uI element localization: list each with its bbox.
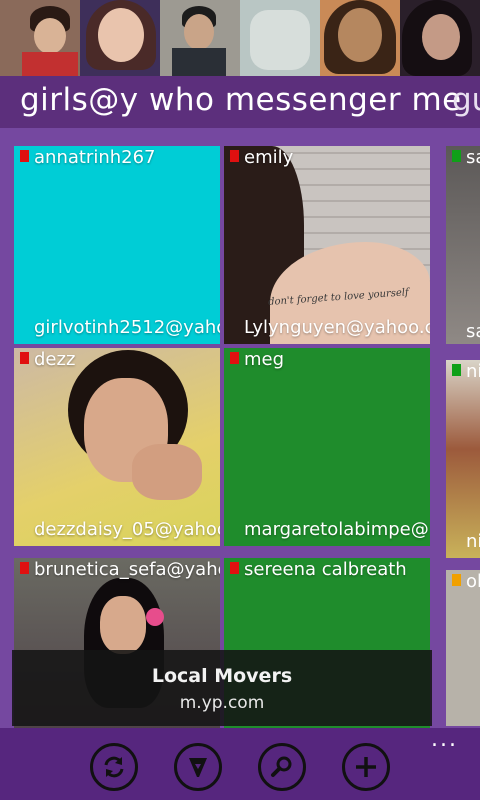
search-icon xyxy=(271,756,292,777)
profile-photo[interactable] xyxy=(160,0,240,76)
status-indicator xyxy=(452,574,461,586)
status-indicator xyxy=(20,352,29,364)
status-indicator xyxy=(452,364,461,376)
contact-tile[interactable]: ol xyxy=(446,570,480,726)
contact-email: margaretolabimpe@ xyxy=(244,519,429,540)
profile-photo[interactable] xyxy=(320,0,400,76)
contact-name: ni xyxy=(466,361,480,382)
app-bar: ... xyxy=(0,728,480,800)
contact-tile[interactable]: annatrinh267 girlvotinh2512@yahoo.com xyxy=(14,146,220,344)
pivot-header: girls@y who messenger me gu xyxy=(0,76,480,128)
contact-photo xyxy=(446,360,480,558)
contact-name: dezz xyxy=(34,349,76,370)
filter-button[interactable] xyxy=(174,743,222,791)
contact-email: Lylynguyen@yahoo.com xyxy=(244,317,430,338)
contact-tile[interactable]: dezz dezzdaisy_05@yahoo.com xyxy=(14,348,220,546)
status-indicator xyxy=(20,562,29,574)
profile-photo[interactable] xyxy=(240,0,320,76)
flower-shape xyxy=(146,608,164,626)
more-options-button[interactable]: ... xyxy=(431,729,458,751)
ad-url: m.yp.com xyxy=(179,693,265,713)
contact-email: dezzdaisy_05@yahoo.com xyxy=(34,519,220,540)
status-indicator xyxy=(230,352,239,364)
contact-name: brunetica_sefa@yahoo.com xyxy=(34,559,220,580)
profile-photo[interactable] xyxy=(80,0,160,76)
add-icon xyxy=(356,757,376,777)
search-button[interactable] xyxy=(258,743,306,791)
contact-name: annatrinh267 xyxy=(34,147,156,168)
status-indicator xyxy=(230,150,239,162)
contact-email: sa xyxy=(466,321,480,342)
refresh-button[interactable] xyxy=(90,743,138,791)
contact-email: girlvotinh2512@yahoo.com xyxy=(34,317,220,338)
contact-tile[interactable]: ni ni xyxy=(446,360,480,558)
profile-photo[interactable] xyxy=(400,0,480,76)
add-button[interactable] xyxy=(342,743,390,791)
contact-name: meg xyxy=(244,349,285,370)
status-indicator xyxy=(20,150,29,162)
arm-shape xyxy=(132,444,202,500)
contact-email: ni xyxy=(466,531,480,552)
ad-title: Local Movers xyxy=(151,665,293,687)
ad-banner[interactable]: Local Movers m.yp.com xyxy=(12,650,432,726)
profile-photo-strip xyxy=(0,0,480,76)
contact-grid: annatrinh267 girlvotinh2512@yahoo.com do… xyxy=(0,128,480,728)
contact-name: sa xyxy=(466,147,480,168)
filter-icon xyxy=(189,758,207,777)
face-shape xyxy=(100,596,146,654)
contact-name: emily xyxy=(244,147,294,168)
status-indicator xyxy=(452,150,461,162)
contact-tile[interactable]: meg margaretolabimpe@ xyxy=(224,348,430,546)
page-title[interactable]: girls@y who messenger me xyxy=(20,82,462,118)
refresh-icon xyxy=(104,756,124,778)
contact-name: sereena calbreath xyxy=(244,559,407,580)
contact-name: ol xyxy=(466,571,480,592)
contact-tile[interactable]: don't forget to love yourself emily Lyly… xyxy=(224,146,430,344)
contact-tile[interactable]: sa sa xyxy=(446,146,480,344)
contact-photo xyxy=(446,146,480,344)
profile-photo[interactable] xyxy=(0,0,80,76)
status-indicator xyxy=(230,562,239,574)
next-pivot-title[interactable]: gu xyxy=(452,82,480,118)
